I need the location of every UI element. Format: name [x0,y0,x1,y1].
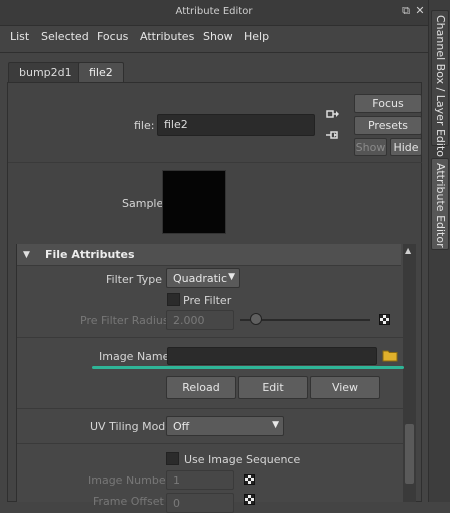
image-name-field[interactable] [167,347,377,365]
menu-show[interactable]: Show [203,30,233,43]
checker-map-icon[interactable] [244,474,255,485]
slider-handle[interactable] [250,313,262,325]
folder-icon[interactable] [382,349,398,362]
row-divider [17,443,403,444]
side-panel: Channel Box / Layer Editor Attribute Edi… [428,0,450,502]
image-name-label: Image Name [99,350,170,363]
pre-filter-radius-field[interactable]: 2.000 [166,310,234,330]
attribute-editor-tab-label: Attribute Editor [434,163,447,248]
pre-filter-radius-label: Pre Filter Radius [80,314,169,327]
collapse-icon[interactable]: ▼ [23,250,30,260]
scroll-thumb[interactable] [405,424,414,484]
uv-tiling-mode-dropdown[interactable]: Off ▼ [166,416,284,436]
filter-type-dropdown[interactable]: Quadratic ▼ [166,268,240,288]
sample-label: Sample [122,197,164,210]
channel-box-tab-label: Channel Box / Layer Editor [434,15,447,162]
image-number-field[interactable]: 1 [166,470,234,490]
chevron-down-icon: ▼ [228,272,235,282]
presets-button[interactable]: Presets [354,116,422,135]
menu-list[interactable]: List [10,30,29,43]
tab-attribute-editor[interactable]: Attribute Editor [431,158,449,250]
row-divider [17,408,403,409]
uv-tiling-mode-value: Off [173,420,190,433]
use-image-sequence-checkbox[interactable] [166,452,179,465]
row-divider [17,337,403,338]
frame-offset-field[interactable]: 0 [166,493,234,513]
sample-divider [8,162,422,163]
reload-button[interactable]: Reload [166,376,236,399]
scrollbar[interactable]: ▲ [403,244,416,502]
close-icon[interactable]: ✕ [414,5,426,17]
section-header[interactable]: ▼ File Attributes [17,244,401,266]
filter-type-label: Filter Type [106,273,163,286]
sample-swatch [162,170,226,234]
hide-button[interactable]: Hide [390,138,422,156]
scroll-up-icon[interactable]: ▲ [405,246,411,255]
focus-button[interactable]: Focus [354,94,422,113]
tab-file2[interactable]: file2 [78,62,124,82]
tab-bump2d1[interactable]: bump2d1 [8,62,83,82]
input-connections-icon[interactable] [325,107,339,121]
menu-attributes[interactable]: Attributes [140,30,194,43]
tab-channel-box-layer-editor[interactable]: Channel Box / Layer Editor [431,10,449,162]
node-name-field[interactable]: file2 [157,114,315,136]
show-button[interactable]: Show [354,138,387,156]
menu-focus[interactable]: Focus [97,30,128,43]
pre-filter-checkbox[interactable] [167,293,180,306]
filter-type-value: Quadratic [173,272,228,285]
image-number-label: Image Number [88,474,171,487]
section-title: File Attributes [45,248,135,261]
menu-selected[interactable]: Selected [41,30,89,43]
view-button[interactable]: View [310,376,380,399]
uv-tiling-mode-label: UV Tiling Mode [90,420,173,433]
checker-map-icon[interactable] [379,314,390,325]
file-label: file: [134,119,155,132]
output-connections-icon[interactable] [325,128,339,142]
chevron-down-icon: ▼ [272,420,279,430]
menu-help[interactable]: Help [244,30,269,43]
node-tabs: bump2d1 file2 [0,62,428,82]
edit-button[interactable]: Edit [238,376,308,399]
menu-divider [0,52,428,53]
highlight-underline [92,366,404,369]
window-title: Attribute Editor [175,6,253,17]
title-bar: Attribute Editor ⧉ ✕ [0,0,428,26]
use-image-sequence-label: Use Image Sequence [184,453,301,466]
pre-filter-label: Pre Filter [183,294,232,307]
restore-icon[interactable]: ⧉ [400,5,412,17]
checker-map-icon[interactable] [244,494,255,505]
menu-bar: List Selected Focus Attributes Show Help [0,26,428,48]
